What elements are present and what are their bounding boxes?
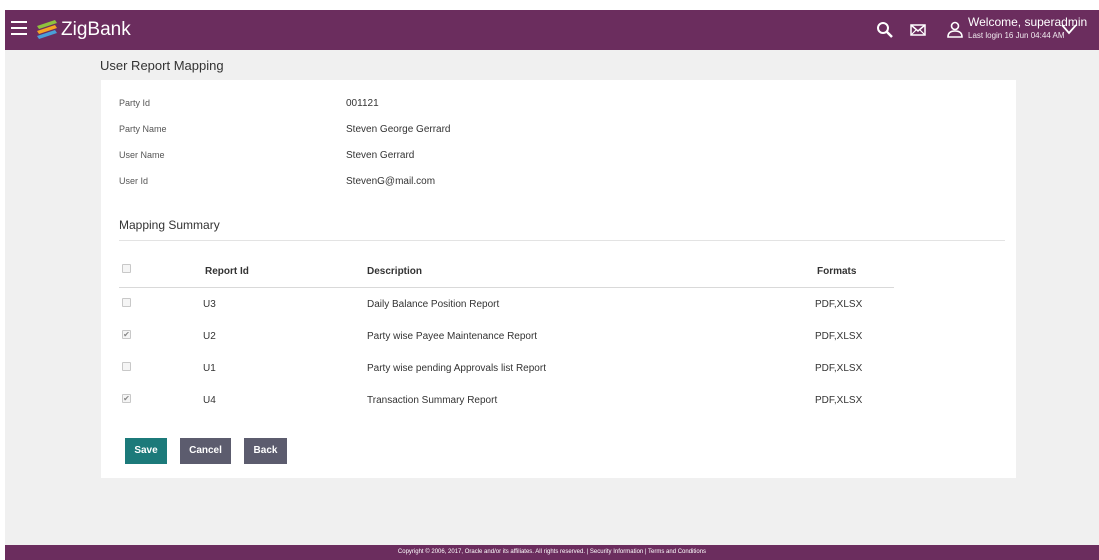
cancel-button[interactable]: Cancel [180, 438, 231, 464]
report-id-cell: U3 [203, 299, 216, 310]
chevron-down-icon[interactable] [1060, 22, 1078, 36]
report-id-cell: U1 [203, 363, 216, 374]
party-id-value: 001121 [346, 98, 379, 109]
main-content: User Report Mapping Party Id 001121 Part… [5, 50, 1099, 545]
user-id-value: StevenG@mail.com [346, 176, 436, 187]
row-checkbox[interactable] [122, 298, 131, 307]
user-id-label: User Id [119, 176, 149, 186]
row-checkbox[interactable]: ✔ [122, 394, 131, 403]
row-checkbox[interactable]: ✔ [122, 330, 131, 339]
description-cell: Daily Balance Position Report [367, 299, 500, 310]
app-header: ZigBank Welcome, superadmin Last login 1… [5, 10, 1099, 50]
column-header-formats[interactable]: Formats [817, 266, 856, 277]
description-cell: Party wise Payee Maintenance Report [367, 331, 538, 342]
app-name[interactable]: ZigBank [61, 19, 131, 41]
description-cell: Transaction Summary Report [367, 395, 498, 406]
page-title: User Report Mapping [100, 58, 224, 73]
section-divider [119, 240, 1005, 241]
mapping-summary-title: Mapping Summary [119, 218, 220, 232]
party-id-label: Party Id [119, 98, 151, 108]
column-header-description[interactable]: Description [367, 266, 422, 277]
party-name-label: Party Name [119, 124, 167, 134]
report-id-cell: U4 [203, 395, 216, 406]
back-button[interactable]: Back [244, 438, 287, 464]
select-all-checkbox[interactable] [122, 264, 131, 273]
formats-cell: PDF,XLSX [815, 331, 863, 342]
table-header-divider [119, 287, 894, 288]
formats-cell: PDF,XLSX [815, 299, 863, 310]
top-strip [0, 0, 1099, 10]
row-checkbox[interactable] [122, 362, 131, 371]
party-name-value: Steven George Gerrard [346, 124, 451, 135]
logo-icon [37, 20, 57, 39]
menu-icon[interactable] [11, 21, 27, 37]
user-name-label: User Name [119, 150, 165, 160]
footer: Copyright © 2006, 2017, Oracle and/or it… [5, 545, 1099, 560]
search-icon[interactable] [875, 20, 895, 40]
column-header-report-id[interactable]: Report Id [205, 266, 249, 277]
user-name-value: Steven Gerrard [346, 150, 415, 161]
user-icon[interactable] [945, 20, 965, 40]
save-button[interactable]: Save [125, 438, 167, 464]
report-id-cell: U2 [203, 331, 216, 342]
formats-cell: PDF,XLSX [815, 363, 863, 374]
mail-icon[interactable] [908, 20, 928, 40]
details-card: Party Id 001121 Party Name Steven George… [101, 80, 1016, 478]
formats-cell: PDF,XLSX [815, 395, 863, 406]
description-cell: Party wise pending Approvals list Report [367, 363, 546, 374]
